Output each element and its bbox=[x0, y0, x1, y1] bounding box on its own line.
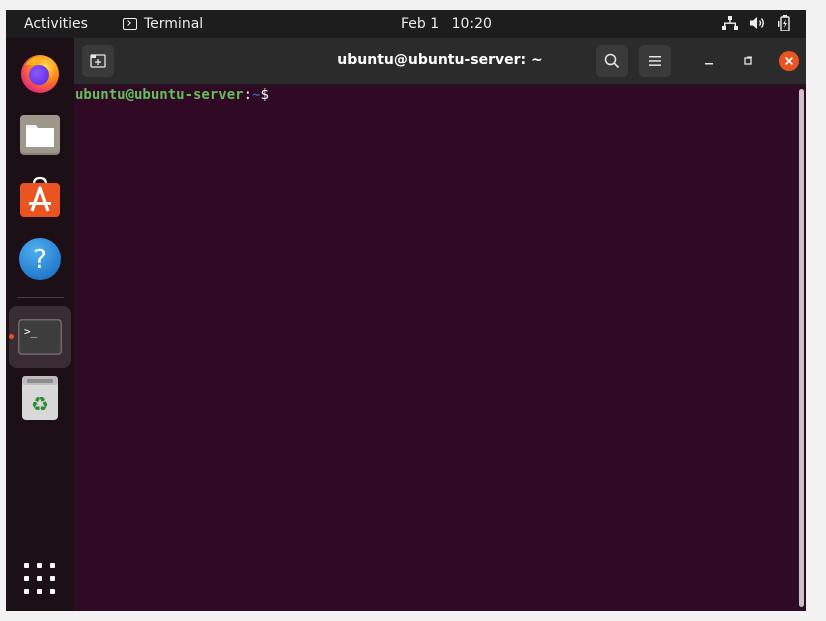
maximize-icon bbox=[744, 56, 752, 65]
volume-icon bbox=[750, 17, 764, 29]
svg-text:♻: ♻ bbox=[31, 392, 49, 416]
help-icon[interactable]: ? bbox=[18, 237, 62, 281]
menu-button[interactable] bbox=[639, 45, 671, 77]
shell-prompt: ubuntu@ubuntu-server:~$ bbox=[75, 87, 269, 103]
clock-time: 10:20 bbox=[451, 16, 492, 32]
activities-button[interactable]: Activities bbox=[24, 16, 88, 32]
battery-icon bbox=[778, 15, 790, 31]
terminal-output[interactable]: ubuntu@ubuntu-server:~$ bbox=[74, 85, 806, 611]
app-grid-icon[interactable] bbox=[24, 563, 56, 595]
prompt-colon: : bbox=[243, 87, 253, 103]
terminal-glyph: >_ bbox=[24, 325, 38, 338]
app-menu-label: Terminal bbox=[144, 16, 204, 32]
system-tray[interactable] bbox=[722, 15, 792, 31]
desktop-screen: Activities Terminal Feb 1 10:20 ? >_ ♻ u… bbox=[6, 10, 806, 611]
maximize-button[interactable] bbox=[738, 51, 758, 71]
terminal-window: ubuntu@ubuntu-server: ~ ubuntu@ubuntu-se… bbox=[74, 38, 806, 611]
running-indicator bbox=[9, 334, 14, 339]
terminal-small-icon bbox=[123, 18, 137, 30]
clock[interactable]: Feb 1 10:20 bbox=[401, 16, 492, 32]
close-button[interactable] bbox=[779, 51, 799, 71]
prompt-symbol: $ bbox=[260, 87, 269, 103]
clock-date: Feb 1 bbox=[401, 16, 440, 32]
prompt-user-host: ubuntu@ubuntu-server bbox=[75, 87, 244, 103]
top-bar: Activities Terminal Feb 1 10:20 bbox=[6, 10, 806, 38]
dock-separator bbox=[17, 297, 64, 298]
search-icon bbox=[604, 53, 620, 69]
minimize-button[interactable] bbox=[699, 51, 719, 71]
network-icon bbox=[722, 16, 738, 30]
window-title: ubuntu@ubuntu-server: ~ bbox=[337, 52, 543, 68]
hamburger-menu-icon bbox=[649, 56, 661, 66]
help-glyph: ? bbox=[33, 245, 47, 275]
search-button[interactable] bbox=[596, 45, 628, 77]
close-icon bbox=[784, 56, 794, 66]
minimize-icon bbox=[705, 63, 713, 65]
files-icon[interactable] bbox=[18, 113, 62, 157]
terminal-headerbar: ubuntu@ubuntu-server: ~ bbox=[74, 38, 806, 85]
dock: ? >_ ♻ bbox=[6, 38, 74, 611]
app-menu[interactable]: Terminal bbox=[123, 16, 203, 32]
software-store-icon[interactable] bbox=[18, 175, 62, 219]
firefox-icon[interactable] bbox=[18, 51, 62, 95]
scrollbar[interactable] bbox=[799, 89, 804, 607]
terminal-icon[interactable]: >_ bbox=[18, 315, 62, 359]
trash-icon[interactable]: ♻ bbox=[18, 376, 62, 420]
